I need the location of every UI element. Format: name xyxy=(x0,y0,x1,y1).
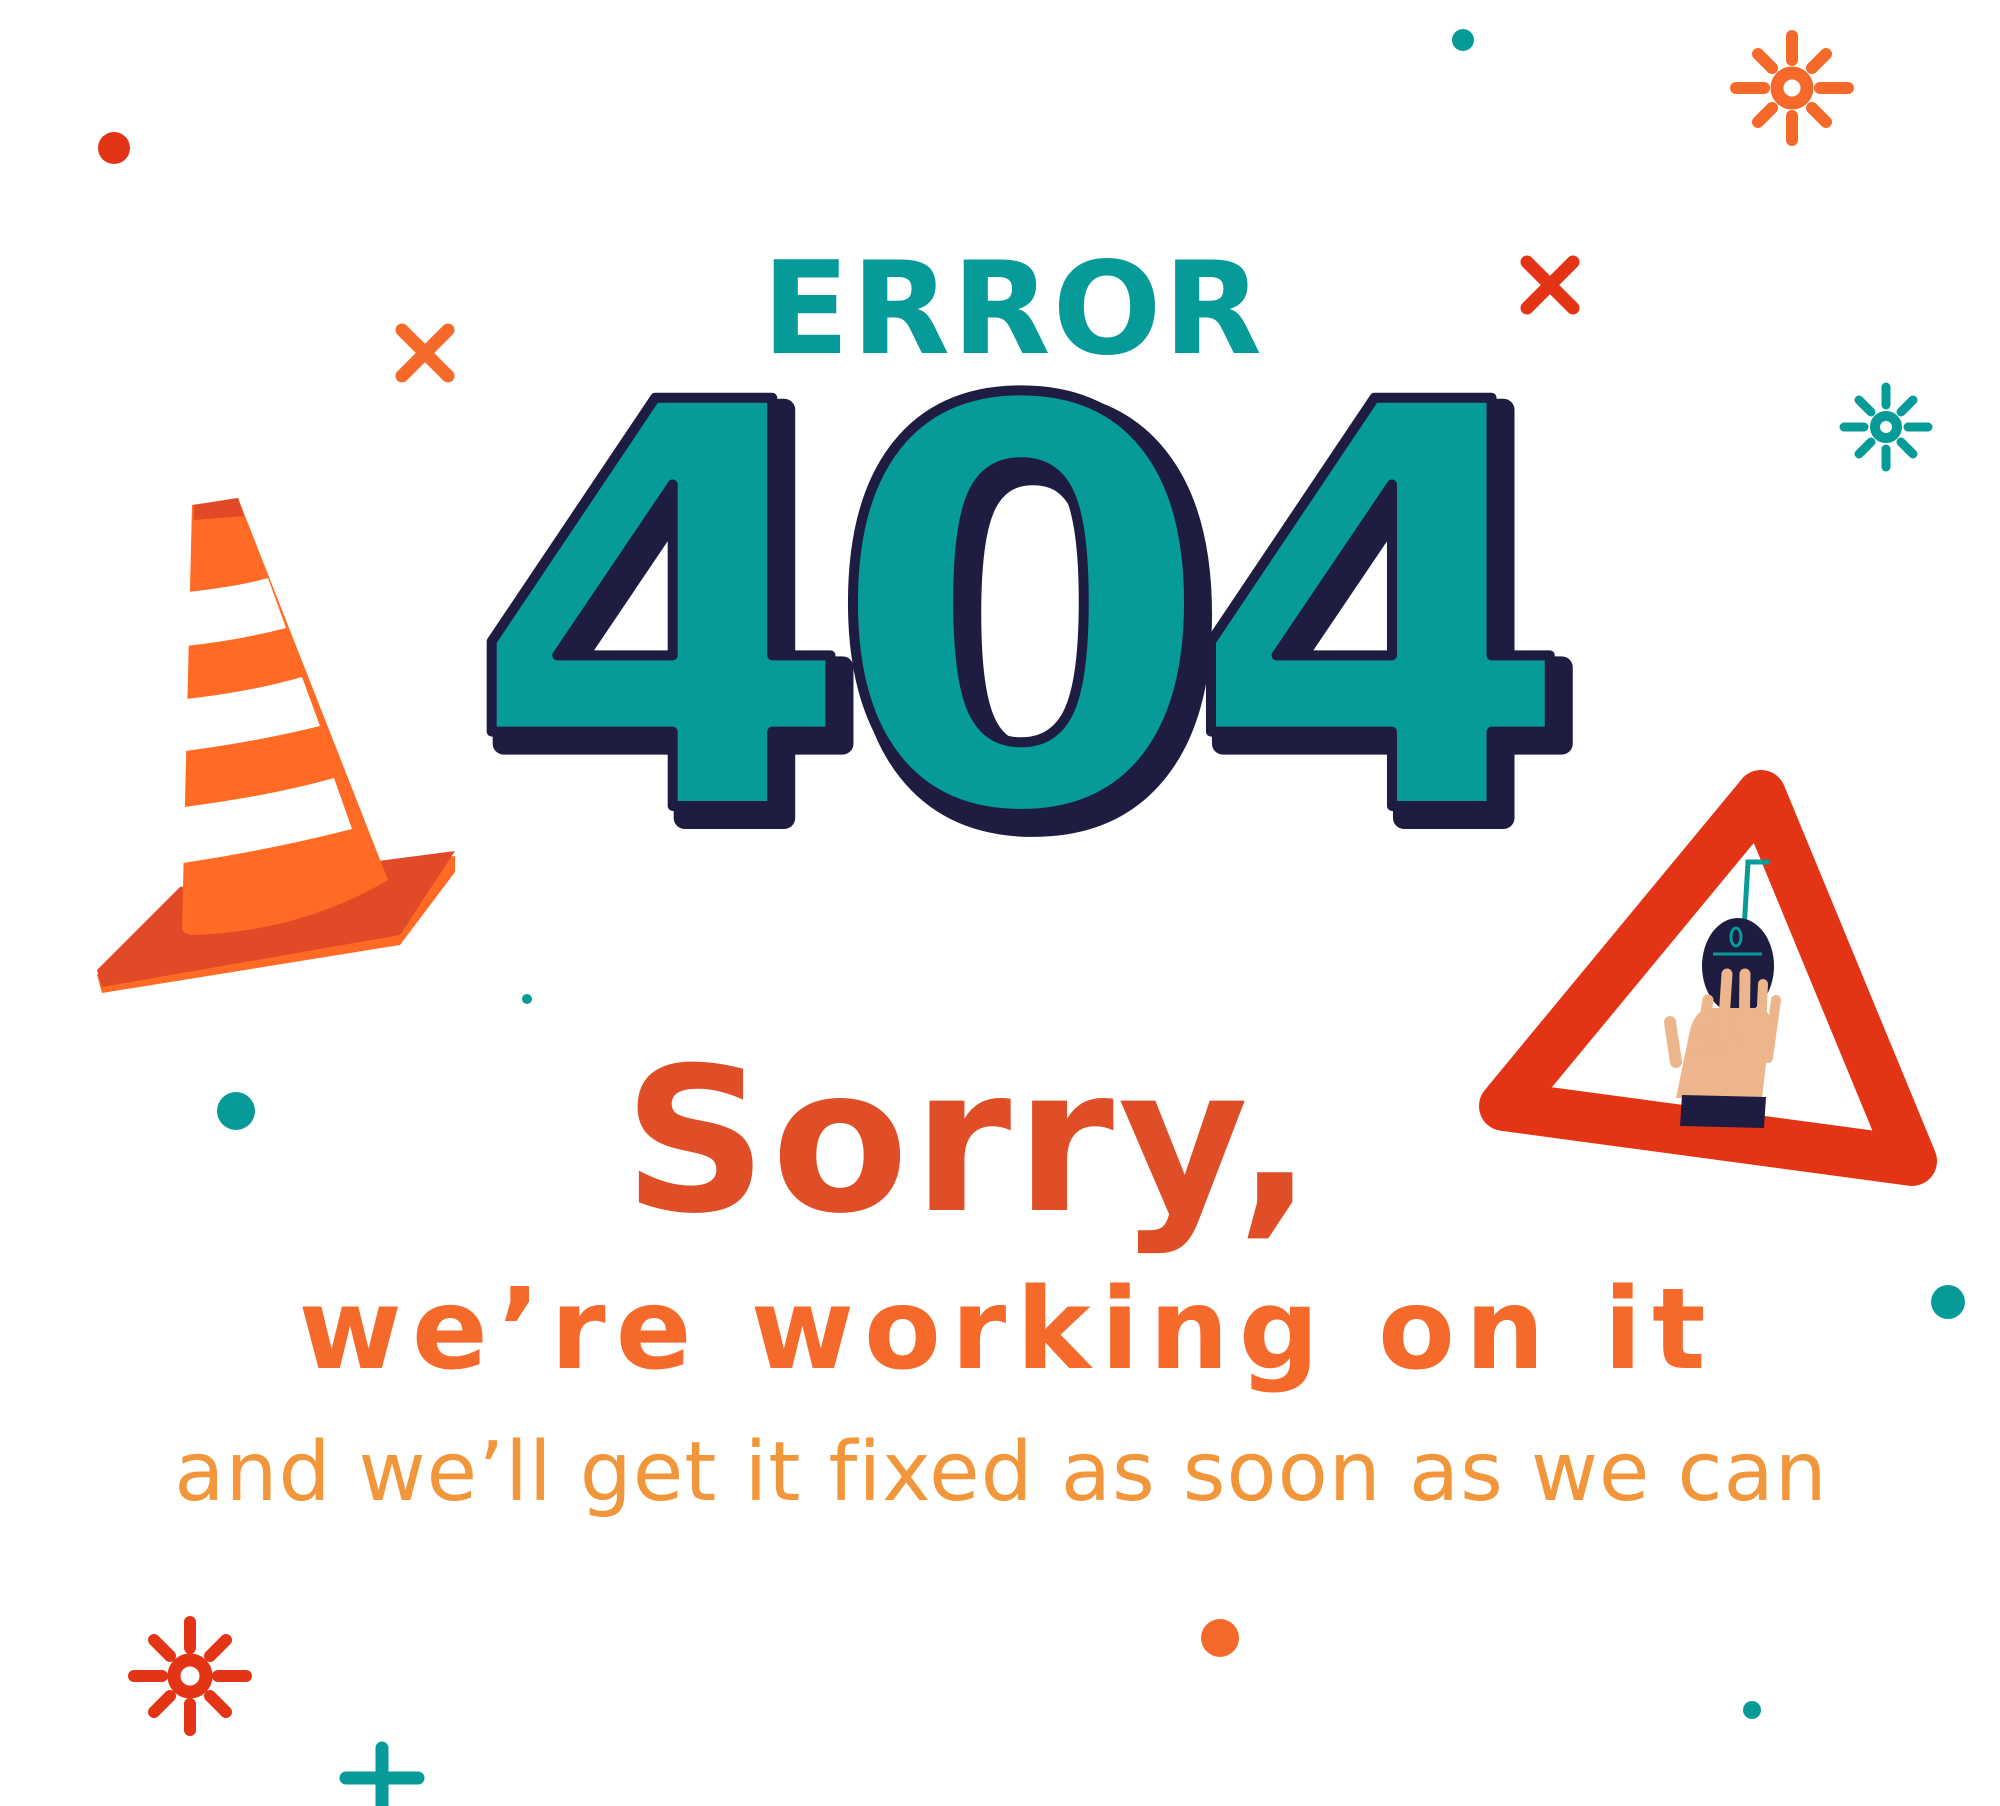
dot-decoration xyxy=(1452,29,1474,51)
dot-decoration xyxy=(1201,1619,1239,1657)
dot-decoration xyxy=(522,994,532,1004)
dot-decoration xyxy=(1931,1285,1965,1319)
sparkle-icon xyxy=(1730,30,1854,146)
error-code: 404 404 xyxy=(462,282,1607,962)
sparkle-icon xyxy=(128,1616,252,1736)
headline: Sorry, xyxy=(623,1025,1317,1258)
error-page-illustration: ERROR 404 404 Sorry, we’re working on it… xyxy=(97,29,1965,1806)
dot-decoration xyxy=(1743,1701,1761,1719)
dot-decoration xyxy=(98,132,130,164)
x-mark-icon xyxy=(395,323,455,383)
dot-decoration xyxy=(217,1092,255,1130)
sparkle-icon xyxy=(1839,382,1933,472)
error-code-text: 404 xyxy=(467,287,1554,939)
plus-icon xyxy=(339,1741,425,1806)
traffic-cone-icon xyxy=(97,498,455,993)
subheadline: we’re working on it xyxy=(298,1265,1715,1395)
warning-sign-icon xyxy=(1479,770,1937,1186)
message: and we’ll get it fixed as soon as we can xyxy=(174,1425,1828,1520)
